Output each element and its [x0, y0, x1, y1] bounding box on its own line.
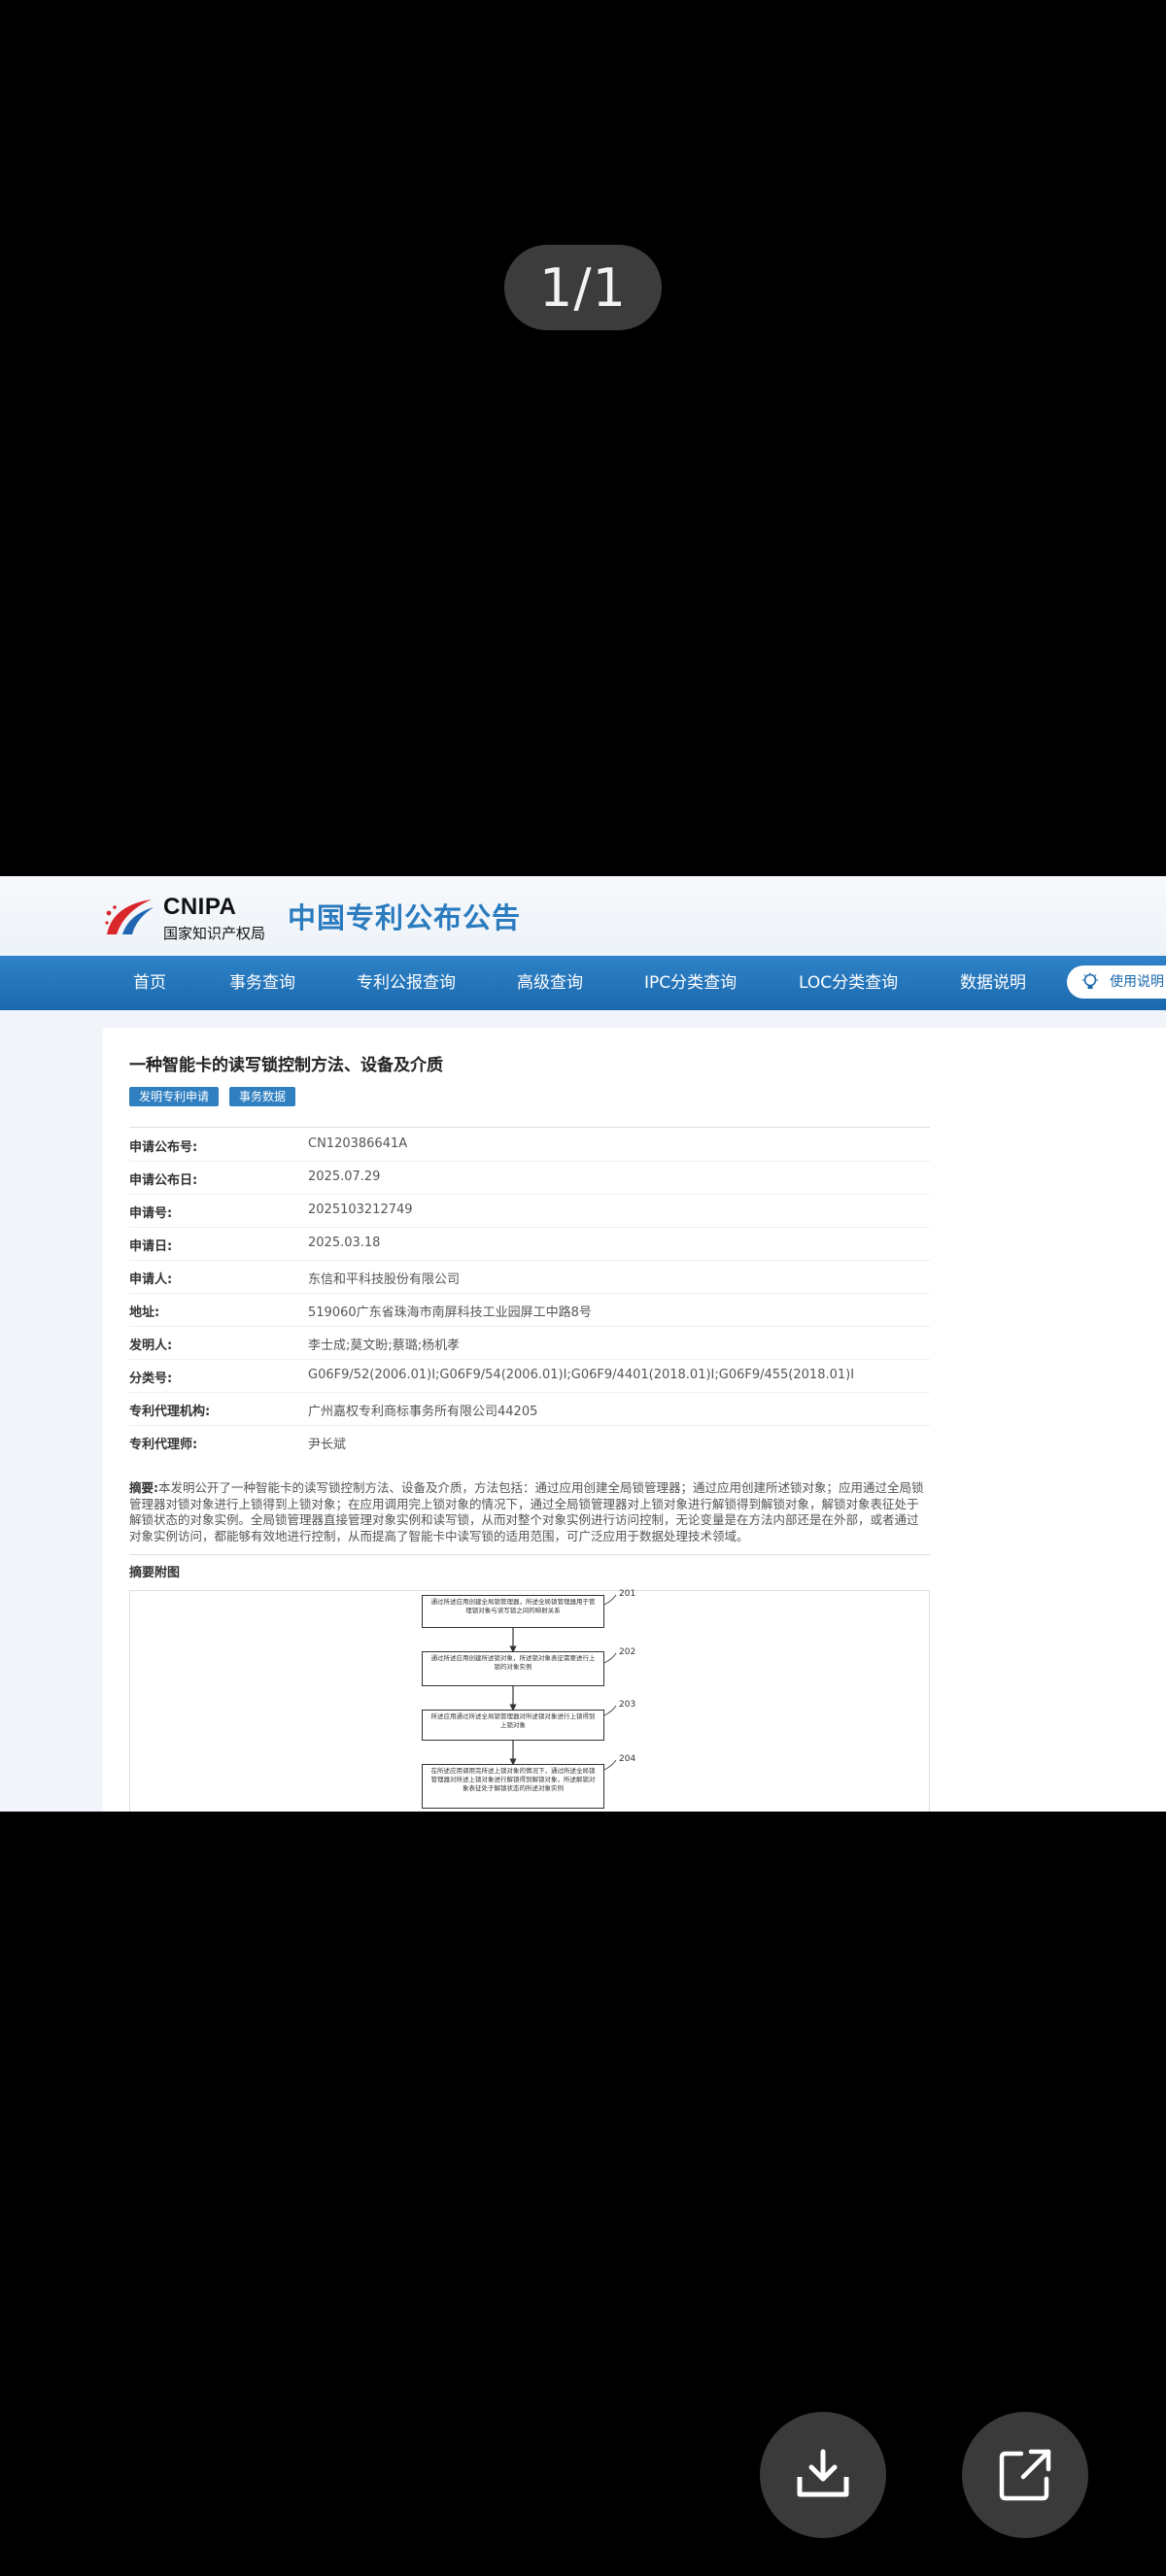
field-agency: 专利代理机构: 广州嘉权专利商标事务所有限公司44205 [129, 1392, 930, 1426]
field-publication-number: 申请公布号: CN120386641A [129, 1128, 930, 1162]
flow-step-number: 201 [619, 1589, 636, 1599]
tag-invention-application[interactable]: 发明专利申请 [129, 1087, 220, 1106]
lightbulb-icon [1082, 972, 1098, 989]
flow-step: 通过所述应用创建全局锁管理器，所述全局锁管理器用于管理锁对象与读写锁之间的映射关… [422, 1595, 604, 1628]
abstract: 摘要:本发明公开了一种智能卡的读写锁控制方法、设备及介质，方法包括：通过应用创建… [129, 1480, 930, 1544]
help-button[interactable]: 使用说明 [1067, 966, 1166, 999]
cnipa-logo[interactable]: CNIPA 国家知识产权局 [103, 890, 265, 944]
nav-item-advanced[interactable]: 高级查询 [517, 956, 583, 1010]
logo-text: CNIPA [163, 894, 237, 920]
abstract-figure: 通过所述应用创建全局锁管理器，所述全局锁管理器用于管理锁对象与读写锁之间的映射关… [129, 1589, 930, 1812]
nav-item-data-notes[interactable]: 数据说明 [960, 956, 1026, 1010]
abstract-text: 本发明公开了一种智能卡的读写锁控制方法、设备及介质，方法包括：通过应用创建全局锁… [129, 1480, 924, 1543]
flow-step: 在所述应用调用完所述上锁对象的情况下，通过所述全局锁管理器对所述上锁对象进行解锁… [422, 1764, 604, 1809]
download-icon [797, 2449, 849, 2497]
field-label: 地址: [129, 1305, 160, 1320]
patent-detail: 一种智能卡的读写锁控制方法、设备及介质 发明专利申请 事务数据 申请公布号: C… [103, 1028, 1166, 1812]
share-button[interactable] [962, 2412, 1088, 2538]
field-label: 申请人: [129, 1272, 173, 1287]
site-title: 中国专利公布公告 [288, 901, 522, 934]
field-label: 申请公布日: [129, 1173, 198, 1188]
field-value: G06F9/52(2006.01)I;G06F9/54(2006.01)I;G0… [308, 1368, 855, 1382]
logo-subtext: 国家知识产权局 [163, 925, 266, 942]
field-agent: 专利代理师: 尹长斌 [129, 1425, 930, 1458]
field-value: 519060广东省珠海市南屏科技工业园屏工中路8号 [308, 1305, 592, 1320]
share-icon [999, 2449, 1051, 2501]
flow-step-number: 202 [619, 1647, 636, 1657]
abstract-label: 摘要: [129, 1480, 158, 1495]
field-value: 尹长斌 [308, 1438, 347, 1452]
field-value: 广州嘉权专利商标事务所有限公司44205 [308, 1405, 538, 1419]
field-value: 李士成;莫文盼;蔡璐;杨机孝 [308, 1339, 461, 1353]
help-label: 使用说明 [1110, 974, 1164, 990]
main-nav: 首页 事务查询 专利公报查询 高级查询 IPC分类查询 LOC分类查询 数据说明… [0, 956, 1166, 1010]
field-label: 发明人: [129, 1339, 173, 1353]
download-button[interactable] [760, 2412, 886, 2538]
field-application-number: 申请号: 2025103212749 [129, 1194, 930, 1228]
field-label: 分类号: [129, 1372, 173, 1386]
flow-step: 通过所述应用创建所述锁对象，所述锁对象表征需要进行上锁的对象实例 [422, 1651, 604, 1686]
flow-step-number: 203 [619, 1700, 636, 1710]
flow-step-number: 204 [619, 1754, 636, 1764]
nav-item-gazette[interactable]: 专利公报查询 [357, 956, 456, 1010]
field-value: 东信和平科技股份有限公司 [308, 1272, 461, 1287]
field-label: 申请日: [129, 1239, 173, 1254]
field-publication-date: 申请公布日: 2025.07.29 [129, 1161, 930, 1195]
field-applicant: 申请人: 东信和平科技股份有限公司 [129, 1260, 930, 1294]
cnipa-emblem-icon [105, 899, 154, 934]
figure-label: 摘要附图 [129, 1566, 181, 1580]
nav-item-home[interactable]: 首页 [133, 956, 166, 1010]
document-image[interactable]: CNIPA 国家知识产权局 中国专利公布公告 首页 事务查询 专利公报查询 高级… [0, 876, 1166, 1812]
field-classification: 分类号: G06F9/52(2006.01)I;G06F9/54(2006.01… [129, 1359, 930, 1393]
nav-item-loc[interactable]: LOC分类查询 [799, 956, 898, 1010]
nav-item-ipc[interactable]: IPC分类查询 [644, 956, 737, 1010]
tag-transaction-data[interactable]: 事务数据 [229, 1087, 296, 1106]
field-label: 申请公布号: [129, 1140, 198, 1155]
field-address: 地址: 519060广东省珠海市南屏科技工业园屏工中路8号 [129, 1293, 930, 1327]
field-label: 申请号: [129, 1206, 173, 1221]
field-value: 2025.07.29 [308, 1169, 381, 1184]
nav-item-transactions[interactable]: 事务查询 [229, 956, 295, 1010]
patent-title: 一种智能卡的读写锁控制方法、设备及介质 [129, 1056, 443, 1075]
field-inventors: 发明人: 李士成;莫文盼;蔡璐;杨机孝 [129, 1326, 930, 1360]
field-label: 专利代理师: [129, 1438, 198, 1452]
field-value: 2025103212749 [308, 1203, 413, 1217]
flow-step: 所述应用通过所述全局锁管理器对所述锁对象进行上锁得到上锁对象 [422, 1710, 604, 1741]
field-value: CN120386641A [308, 1136, 408, 1151]
site-header: CNIPA 国家知识产权局 中国专利公布公告 [0, 876, 1166, 957]
page-counter: 1/1 [504, 245, 662, 330]
field-application-date: 申请日: 2025.03.18 [129, 1227, 930, 1261]
field-value: 2025.03.18 [308, 1236, 381, 1250]
divider [129, 1554, 930, 1555]
field-label: 专利代理机构: [129, 1405, 211, 1419]
